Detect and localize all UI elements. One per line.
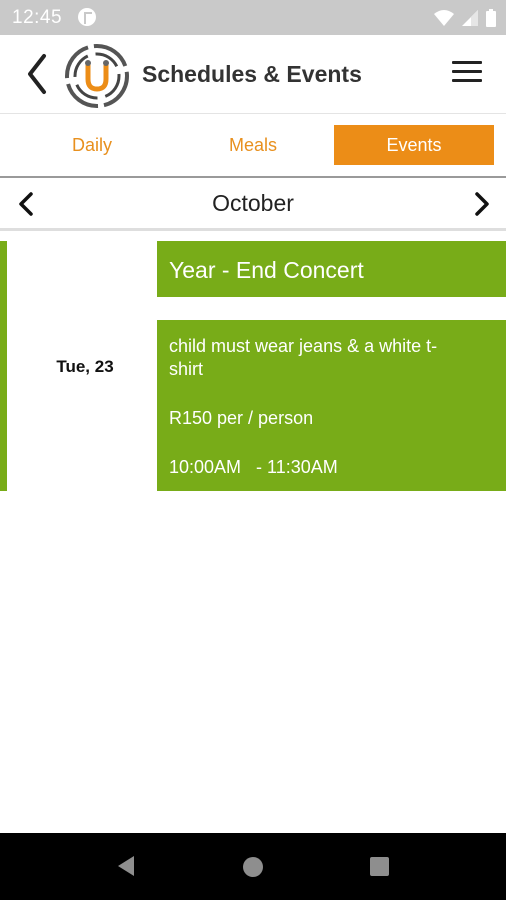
- tab-daily[interactable]: Daily: [12, 125, 172, 165]
- chevron-right-icon[interactable]: [470, 190, 494, 218]
- nav-home-icon[interactable]: [243, 857, 263, 877]
- back-icon[interactable]: [22, 52, 52, 96]
- hamburger-menu-icon[interactable]: [452, 61, 482, 87]
- status-time: 12:45: [12, 7, 63, 28]
- event-item[interactable]: Tue, 23 Year - End Concert child must we…: [0, 241, 506, 491]
- app-logo-icon: [65, 44, 129, 108]
- month-navigation: October: [0, 178, 506, 231]
- month-label: October: [212, 190, 294, 216]
- event-date: Tue, 23: [56, 357, 114, 376]
- tab-events[interactable]: Events: [334, 125, 494, 165]
- app-bar: Schedules & Events: [0, 35, 506, 114]
- status-bar: 12:45: [0, 0, 506, 35]
- wifi-icon: [434, 9, 454, 26]
- nav-back-icon[interactable]: [116, 855, 136, 877]
- event-details[interactable]: child must wear jeans & a white t-shirt …: [157, 320, 506, 491]
- tab-meals[interactable]: Meals: [173, 125, 333, 165]
- event-price: R150 per / person: [169, 408, 314, 428]
- system-nav-bar: [0, 833, 506, 900]
- nav-recents-icon[interactable]: [370, 857, 389, 876]
- event-description: child must wear jeans & a white t-shirt: [169, 336, 438, 379]
- status-icons: [434, 7, 496, 28]
- event-time: 10:00AM - 11:30AM: [169, 457, 338, 477]
- page-title: Schedules & Events: [142, 61, 362, 87]
- tab-bar: Daily Meals Events: [0, 114, 506, 178]
- event-date-stripe: [0, 241, 7, 491]
- signal-icon: [462, 9, 478, 26]
- event-title[interactable]: Year - End Concert: [157, 241, 506, 297]
- notification-icon: [78, 8, 96, 26]
- battery-icon: [486, 8, 496, 27]
